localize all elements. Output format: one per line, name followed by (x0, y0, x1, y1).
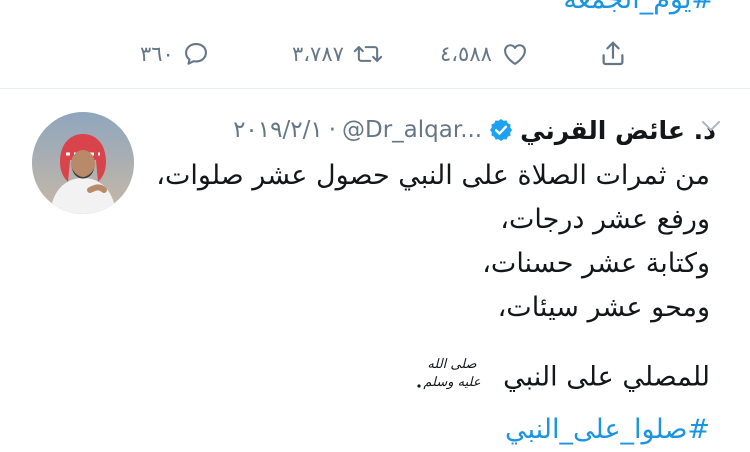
closing-text: للمصلي على النبي (503, 361, 710, 393)
meta-separator: · (328, 117, 336, 143)
retweet-count: ٣،٧٨٧ (292, 42, 344, 66)
tweet-header: د. عائض القرني @Dr_alqar... · ٢٠١٩/٢/١ (233, 110, 716, 150)
tweet-date[interactable]: ٢٠١٩/٢/١ (233, 117, 323, 143)
like-button[interactable]: ٤،٥٨٨ (440, 32, 530, 76)
author-name[interactable]: د. عائض القرني (520, 116, 716, 145)
share-button[interactable] (598, 32, 628, 76)
tweet-text: من ثمرات الصلاة على النبي حصول عشر صلوات… (110, 154, 710, 452)
tweet-line-3: وكتابة عشر حسنات، (482, 248, 710, 279)
retweet-icon (352, 40, 384, 68)
tweet-line-1: من ثمرات الصلاة على النبي حصول عشر صلوات… (156, 160, 710, 191)
like-count: ٤،٥٨٨ (440, 42, 492, 66)
previous-tweet-hashtag[interactable]: #يوم_الجمعة (563, 0, 714, 15)
verified-badge-icon (488, 117, 514, 143)
author-handle[interactable]: @Dr_alqar... (342, 117, 482, 143)
tweet-line-4: ومحو عشر سيئات، (497, 292, 710, 323)
svg-text:صلى الله: صلى الله (427, 357, 477, 372)
salawat-calligraphy-icon: صلى الله عليه وسلم (415, 348, 489, 408)
tweet-divider (0, 88, 750, 89)
tweet-closing-line: للمصلي على النبي صلى الله عليه وسلم (110, 348, 710, 408)
heart-icon (500, 40, 530, 68)
svg-text:عليه وسلم: عليه وسلم (423, 375, 480, 390)
tweet-hashtag[interactable]: #صلوا_على_النبي (110, 408, 710, 452)
reply-count: ٣٦٠ (140, 42, 174, 66)
reply-button[interactable]: ٣٦٠ (140, 32, 210, 76)
previous-tweet-actions: ٣٦٠ ٣،٧٨٧ ٤،٥٨٨ (0, 32, 750, 76)
chevron-down-icon[interactable] (700, 118, 722, 138)
tweet-line-2: ورفع عشر درجات، (500, 204, 710, 235)
reply-icon (182, 40, 210, 68)
retweet-button[interactable]: ٣،٧٨٧ (292, 32, 384, 76)
share-icon (598, 39, 628, 69)
